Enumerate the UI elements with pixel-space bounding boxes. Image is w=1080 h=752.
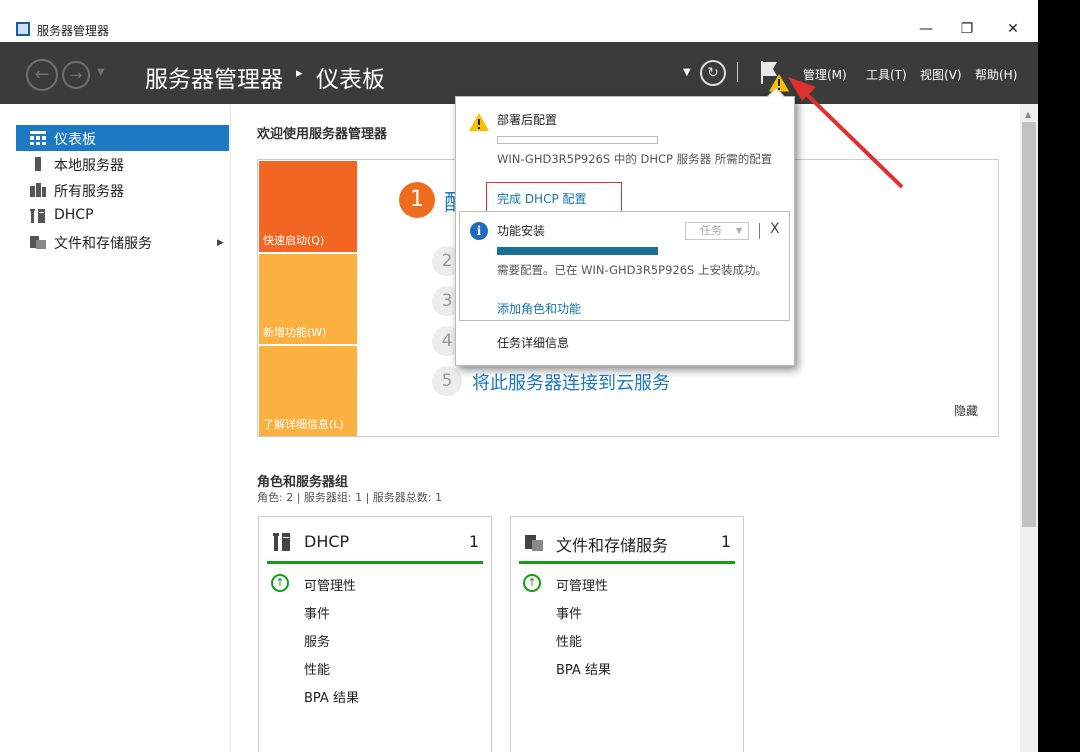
ok-status-icon: ↑	[271, 574, 289, 592]
role-card-file-storage[interactable]: 文件和存储服务 1 ↑ 可管理性 事件 性能 BPA 结果	[510, 516, 744, 752]
file-storage-icon	[30, 236, 46, 249]
sidebar-item-all-servers[interactable]: 所有服务器	[16, 177, 229, 203]
close-button[interactable]: ✕	[1003, 20, 1023, 38]
all-servers-icon	[30, 183, 46, 197]
sidebar-item-local-server[interactable]: 本地服务器	[16, 151, 229, 177]
sidebar-item-label: 文件和存储服务	[54, 236, 152, 252]
breadcrumb-separator-icon: ▸	[296, 66, 303, 81]
dhcp-icon	[273, 533, 290, 551]
refresh-icon[interactable]: ↻	[700, 60, 726, 86]
warning-icon	[469, 113, 489, 131]
status-bar	[519, 561, 735, 564]
header-dropdown-icon[interactable]: ▼	[683, 67, 691, 78]
card-row-bpa[interactable]: BPA 结果	[304, 687, 359, 706]
card-title[interactable]: DHCP	[304, 532, 349, 551]
menu-view[interactable]: 视图(V)	[920, 66, 962, 83]
card-row-performance[interactable]: 性能	[556, 631, 582, 650]
minimize-button[interactable]: —	[916, 20, 936, 38]
step-5-link[interactable]: 将此服务器连接到云服务	[472, 369, 670, 395]
info-icon: i	[470, 222, 488, 240]
chevron-down-icon[interactable]: ▼	[736, 226, 742, 235]
card-row-manageability[interactable]: 可管理性	[556, 575, 608, 594]
roles-summary: 角色: 2 | 服务器组: 1 | 服务器总数: 1	[257, 491, 443, 504]
menu-help[interactable]: 帮助(H)	[975, 66, 1017, 83]
post-deploy-progress	[497, 136, 658, 144]
card-count: 1	[720, 532, 731, 551]
card-row-manageability[interactable]: 可管理性	[304, 575, 356, 594]
notifications-popup: 部署后配置 WIN-GHD3R5P926S 中的 DHCP 服务器 所需的配置 …	[455, 87, 795, 366]
feature-install-title: 功能安装	[497, 224, 546, 238]
sidebar-item-label: 仪表板	[54, 132, 96, 148]
history-dropdown-icon[interactable]: ▼	[97, 67, 105, 78]
sidebar-item-dashboard[interactable]: 仪表板	[16, 125, 229, 151]
expand-arrow-icon[interactable]: ▶	[217, 238, 224, 248]
header-divider	[737, 62, 738, 82]
card-title[interactable]: 文件和存储服务	[556, 532, 668, 556]
title-bar: 服务器管理器 — ❐ ✕	[0, 0, 1038, 42]
sidebar-item-dhcp[interactable]: DHCP	[16, 203, 229, 229]
post-deploy-title: 部署后配置	[497, 113, 558, 127]
file-storage-icon	[525, 535, 543, 551]
step-1-number: 1	[399, 182, 435, 218]
hide-link[interactable]: 隐藏	[954, 402, 978, 419]
role-card-dhcp[interactable]: DHCP 1 ↑ 可管理性 事件 服务 性能 BPA 结果	[258, 516, 492, 752]
scroll-up-icon[interactable]: ▲	[1025, 110, 1031, 119]
sidebar-item-label: DHCP	[54, 207, 94, 223]
scrollbar-thumb[interactable]	[1022, 122, 1036, 527]
sidebar-item-label: 所有服务器	[54, 184, 124, 200]
status-bar	[267, 561, 483, 564]
back-button[interactable]: ←	[26, 59, 58, 91]
dashboard-icon	[30, 131, 46, 145]
forward-button[interactable]: →	[62, 61, 90, 89]
add-roles-features-link[interactable]: 添加角色和功能	[497, 300, 581, 317]
annotation-highlight-box	[486, 182, 622, 213]
feature-install-description: 需要配置。已在 WIN-GHD3R5P926S 上安装成功。	[497, 263, 767, 277]
task-details-link[interactable]: 任务详细信息	[497, 334, 569, 351]
restore-button[interactable]: ❐	[957, 20, 977, 38]
window-title: 服务器管理器	[37, 24, 110, 38]
dhcp-icon	[30, 209, 45, 223]
feature-install-progress	[497, 247, 658, 255]
feature-install-notification: i 功能安装 任务 ▼ X 需要配置。已在 WIN-GHD3R5P926S 上安…	[459, 211, 790, 321]
welcome-title: 欢迎使用服务器管理器	[257, 127, 388, 142]
sidebar-item-label: 本地服务器	[54, 158, 124, 174]
sidebar: 仪表板 本地服务器 所有服务器 DHCP 文件和存储服务 ▶	[0, 104, 231, 752]
step-5-number: 5	[432, 366, 462, 396]
post-deploy-description: WIN-GHD3R5P926S 中的 DHCP 服务器 所需的配置	[497, 152, 773, 166]
local-server-icon	[35, 157, 41, 171]
card-row-events[interactable]: 事件	[556, 603, 582, 622]
ok-status-icon: ↑	[523, 574, 541, 592]
app-icon	[16, 22, 30, 36]
card-row-performance[interactable]: 性能	[304, 659, 330, 678]
server-manager-window: 服务器管理器 — ❐ ✕ ← → ▼ 服务器管理器 ▸ 仪表板 ▼ ↻ 管理(M…	[0, 0, 1038, 752]
tile-quick-start[interactable]: 快速启动(Q)	[259, 161, 357, 252]
annotation-arrow-icon	[788, 77, 904, 189]
card-row-bpa[interactable]: BPA 结果	[556, 659, 611, 678]
breadcrumb-root[interactable]: 服务器管理器	[145, 60, 283, 94]
card-row-services[interactable]: 服务	[304, 631, 330, 650]
roles-section-title: 角色和服务器组	[257, 475, 349, 490]
tile-whats-new[interactable]: 新增功能(W)	[259, 254, 357, 344]
card-row-events[interactable]: 事件	[304, 603, 330, 622]
card-count: 1	[468, 532, 479, 551]
sidebar-item-file-storage[interactable]: 文件和存储服务	[16, 229, 229, 255]
divider	[759, 223, 760, 239]
close-notification-button[interactable]: X	[770, 221, 780, 237]
tile-learn-more[interactable]: 了解详细信息(L)	[259, 346, 357, 436]
page-title: 仪表板	[316, 67, 385, 93]
